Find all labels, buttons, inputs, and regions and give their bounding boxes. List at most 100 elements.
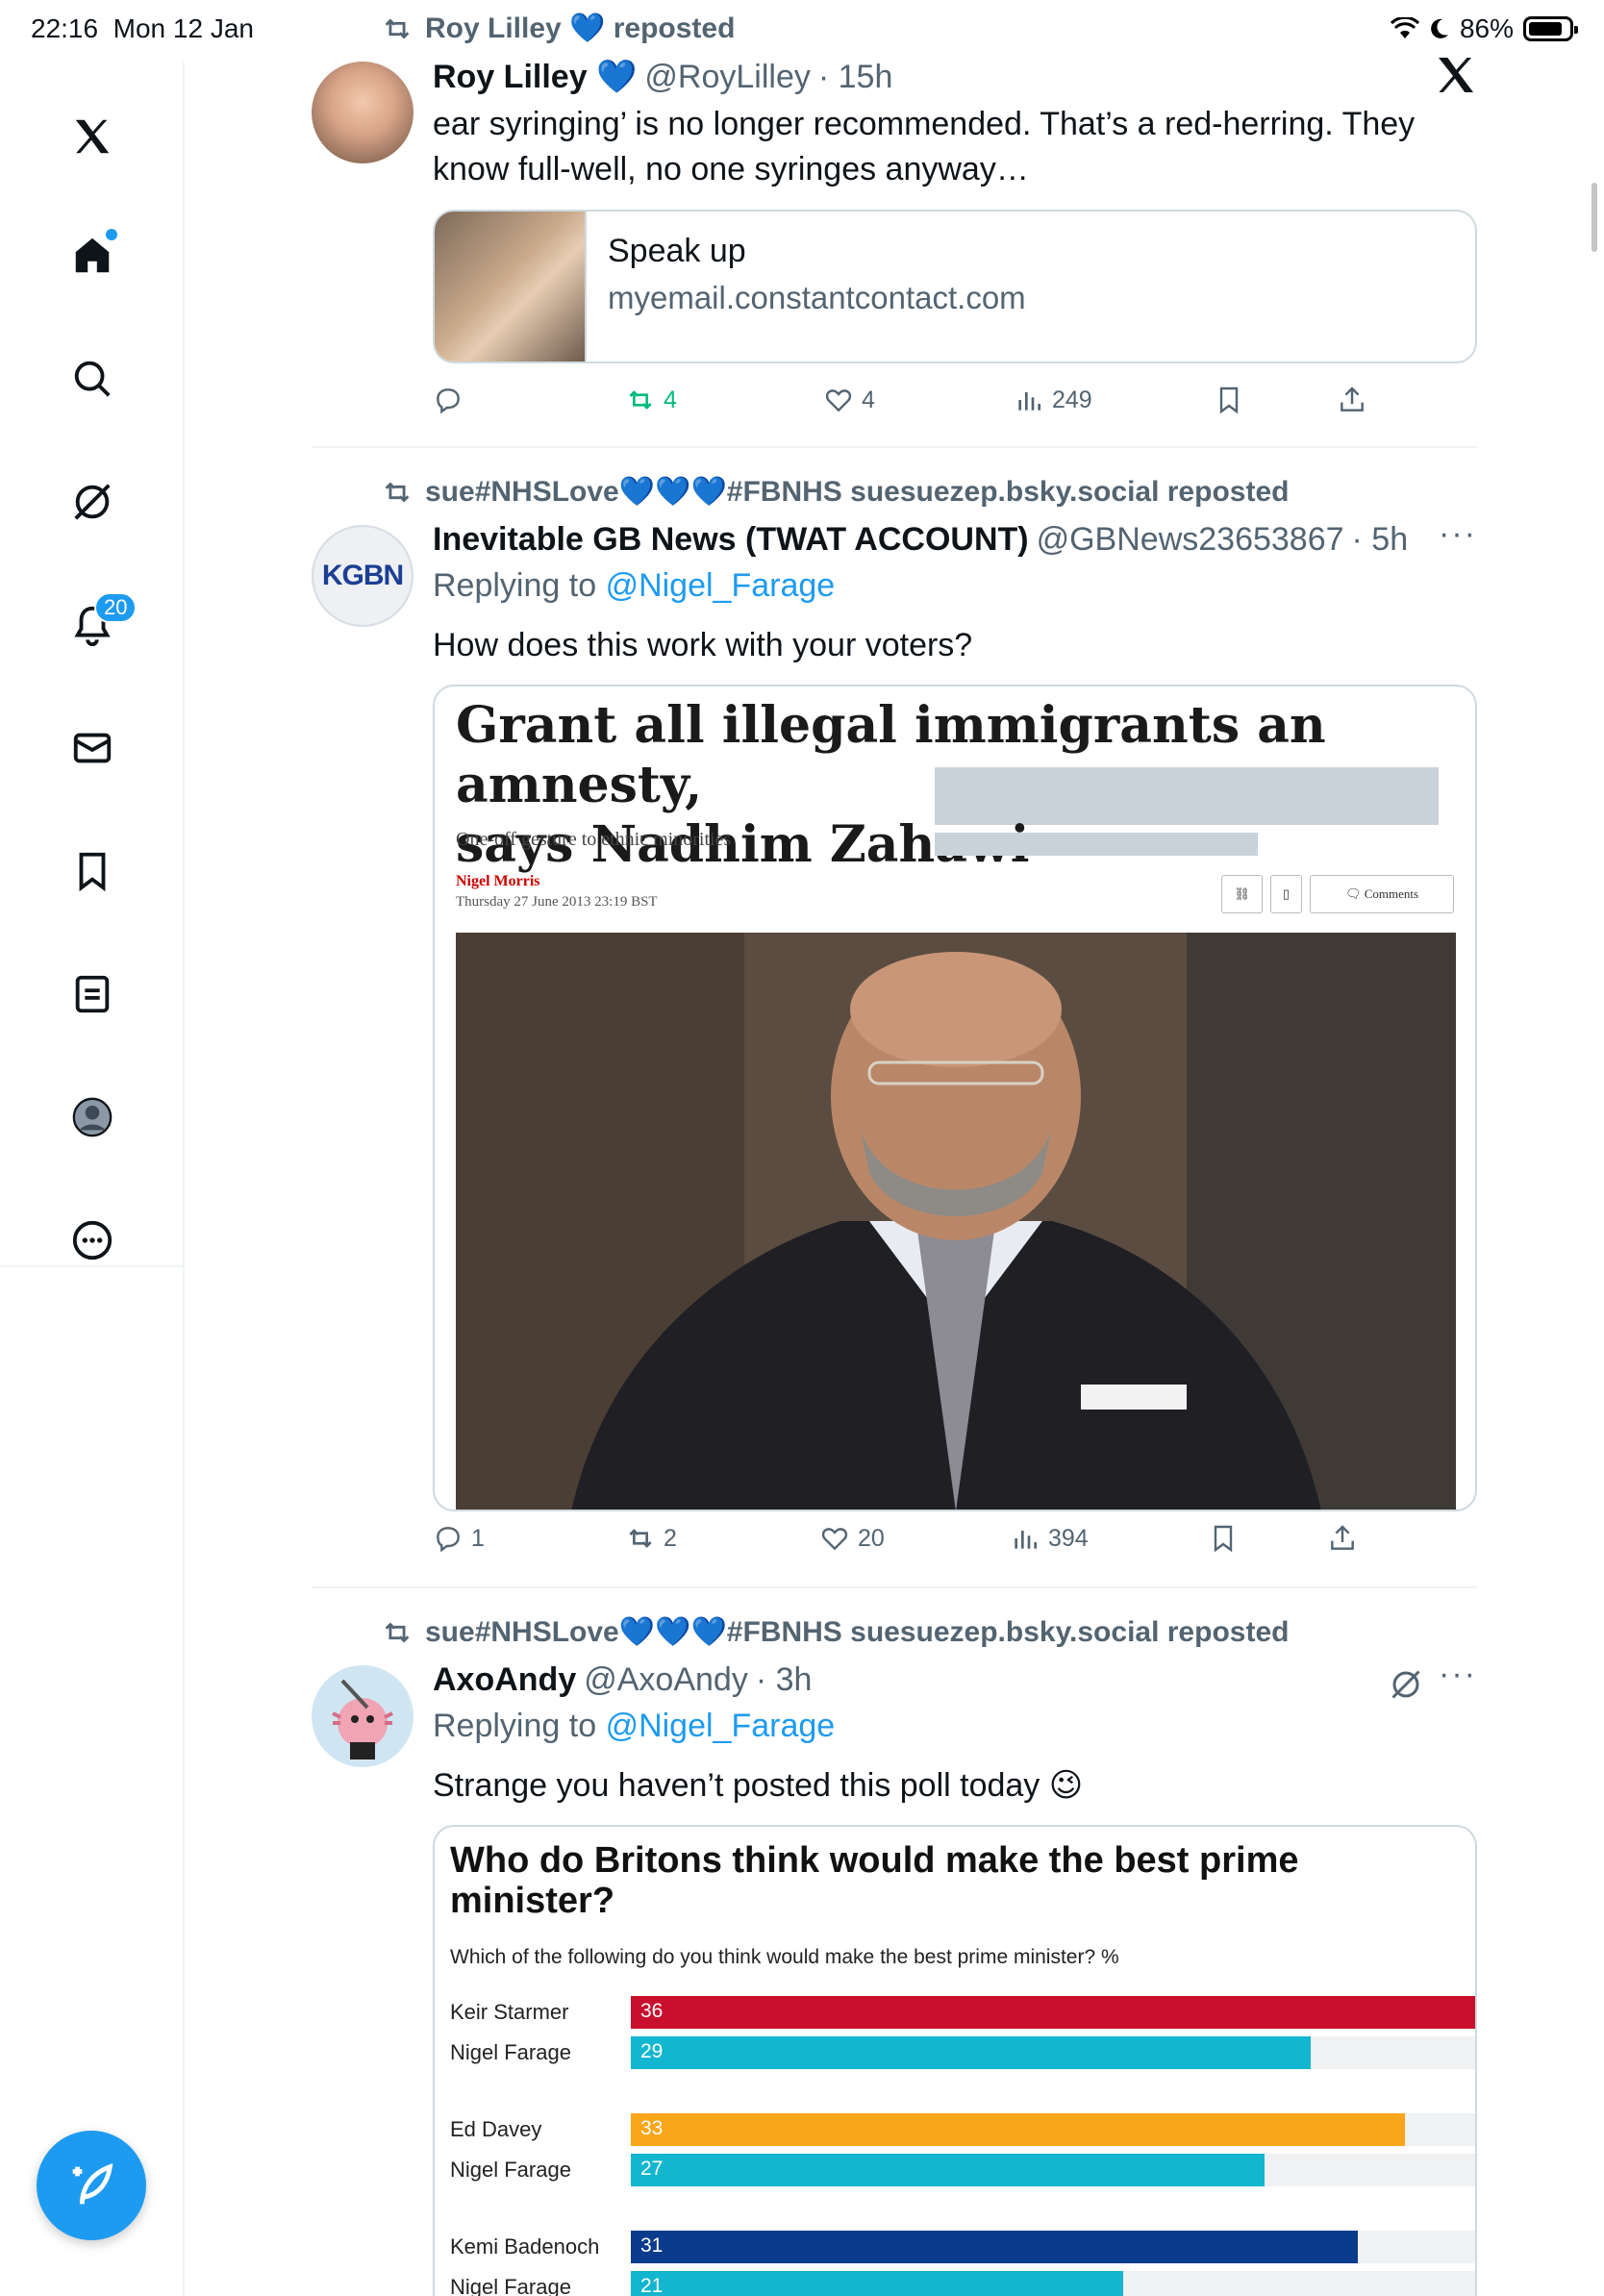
battery-icon [1523, 16, 1578, 41]
bookmark-icon: ▯ [1269, 875, 1302, 913]
bookmark-button[interactable] [1208, 1523, 1239, 1554]
sidebar: 20 [0, 62, 185, 1267]
repost-context: sue#NHSLove💙💙💙#FBNHS suesuezep.bsky.soci… [381, 1615, 1289, 1649]
chart-bar: 31 [631, 2231, 1359, 2263]
mention-link[interactable]: @Nigel_Farage [606, 1708, 836, 1744]
timestamp[interactable]: · 15h [818, 59, 893, 96]
notifications-badge: 20 [94, 592, 138, 623]
chart-bar-row: Nigel Farage 21 [450, 2271, 1475, 2296]
repost-icon [629, 390, 652, 410]
home-icon [75, 237, 110, 273]
redaction-block [935, 833, 1258, 856]
avatar-logo-text: KGBN [321, 560, 404, 591]
grok-icon [74, 484, 111, 520]
reply-button[interactable] [433, 385, 471, 415]
nav-notifications[interactable]: 20 [54, 586, 138, 663]
display-name[interactable]: Roy Lilley 💙 [433, 58, 637, 96]
views-button[interactable]: 394 [1010, 1523, 1089, 1554]
nav-profile[interactable] [54, 1079, 131, 1156]
chart-bar: 21 [631, 2271, 1124, 2296]
more-options-button[interactable]: ··· [1439, 515, 1477, 553]
repost-icon [629, 1529, 652, 1548]
repost-button[interactable]: 2 [625, 1523, 677, 1554]
timestamp[interactable]: · 5h [1352, 521, 1409, 559]
reply-icon [437, 1527, 460, 1553]
nav-explore[interactable] [54, 340, 131, 417]
views-icon [1015, 1531, 1037, 1549]
repost-icon [385, 481, 410, 503]
x-logo-icon[interactable] [54, 98, 131, 175]
chart-category-label: Ed Davey [450, 2117, 542, 2141]
reply-context: Replying to @Nigel_Farage [433, 567, 836, 604]
like-button[interactable]: 20 [819, 1523, 885, 1554]
chart-category-label: Nigel Farage [450, 2158, 571, 2182]
handle[interactable]: @RoyLilley [644, 59, 810, 96]
repost-icon [385, 1621, 410, 1643]
timestamp[interactable]: · 3h [756, 1661, 813, 1699]
compose-icon [72, 2162, 113, 2205]
tweet[interactable]: Roy Lilley 💙 reposted Roy Lilley 💙 @RoyL… [312, 0, 1477, 446]
reply-button[interactable]: 1 [433, 1523, 485, 1554]
bookmark-icon [79, 852, 106, 892]
scroll-indicator[interactable] [1591, 183, 1597, 252]
display-name[interactable]: AxoAndy [433, 1661, 576, 1699]
chart-bar: 27 [631, 2154, 1265, 2186]
media-image[interactable]: Grant all illegal immigrants an amnesty,… [433, 685, 1477, 1511]
repost-context: sue#NHSLove💙💙💙#FBNHS suesuezep.bsky.soci… [381, 475, 1289, 509]
chart-category-label: Nigel Farage [450, 2040, 571, 2064]
nav-bookmarks[interactable] [54, 833, 131, 910]
chart-data-label: 29 [640, 2040, 664, 2062]
bookmark-button[interactable] [1214, 385, 1244, 415]
mention-link[interactable]: @Nigel_Farage [606, 567, 836, 604]
handle[interactable]: @GBNews23653867 [1037, 521, 1344, 559]
repost-button[interactable]: 4 [625, 385, 677, 415]
heart-icon [825, 389, 852, 412]
avatar[interactable]: KGBN [312, 525, 414, 627]
nav-grok[interactable] [54, 463, 131, 540]
tweet[interactable]: sue#NHSLove💙💙💙#FBNHS suesuezep.bsky.soci… [312, 1588, 1477, 2296]
chart-bar: 29 [631, 2036, 1312, 2069]
chart-bar-track: 21 [631, 2271, 1475, 2296]
more-options-button[interactable]: ··· [1439, 1656, 1477, 1693]
chart-bar-row: Keir Starmer 36 [450, 1996, 1475, 2031]
link-card-thumbnail [435, 212, 587, 362]
share-button[interactable] [1337, 385, 1367, 415]
portrait-illustration [456, 933, 1456, 1510]
link-card[interactable]: Speak up myemail.constantcontact.com [433, 210, 1477, 363]
bookmark-icon [1219, 387, 1239, 414]
chart-bar-track: 36 [631, 1996, 1475, 2029]
status-time: 22:16 Mon 12 Jan [31, 13, 254, 43]
views-button[interactable]: 249 [1014, 385, 1092, 415]
list-icon [75, 975, 110, 1013]
nav-lists[interactable] [54, 956, 131, 1033]
nav-messages[interactable] [54, 710, 131, 786]
tweet[interactable]: sue#NHSLove💙💙💙#FBNHS suesuezep.bsky.soci… [312, 448, 1477, 1586]
link-card-title: Speak up [608, 233, 746, 269]
chart-bar-track: 31 [631, 2231, 1475, 2263]
chart-bar-row: Nigel Farage 27 [450, 2154, 1475, 2188]
share-icon [1341, 387, 1364, 412]
link-card-domain: myemail.constantcontact.com [608, 280, 1026, 315]
chart-bar-row: Ed Davey 33 [450, 2113, 1475, 2148]
chart-bar-track: 33 [631, 2113, 1475, 2146]
article-author: Nigel Morris [456, 873, 540, 889]
avatar-icon [72, 1097, 113, 1137]
compose-button[interactable] [37, 2131, 146, 2240]
link-icon: ⛓ [1221, 875, 1263, 913]
axolotl-avatar-icon [332, 1679, 393, 1759]
grok-icon[interactable] [1389, 1667, 1423, 1702]
media-image[interactable]: Who do Britons think would make the best… [433, 1825, 1477, 2296]
tweet-text: Strange you haven’t posted this poll tod… [433, 1767, 1084, 1804]
repost-icon [385, 17, 410, 39]
nav-home[interactable] [54, 217, 131, 294]
avatar[interactable] [312, 1665, 414, 1767]
repost-context: Roy Lilley 💙 reposted [381, 12, 735, 45]
chart-bar: 36 [631, 1996, 1475, 2029]
handle[interactable]: @AxoAndy [584, 1661, 748, 1699]
like-button[interactable]: 4 [823, 385, 875, 415]
chart-bar-track: 29 [631, 2036, 1475, 2069]
bookmark-icon [1214, 1525, 1233, 1553]
display-name[interactable]: Inevitable GB News (TWAT ACCOUNT) [433, 521, 1029, 559]
share-button[interactable] [1327, 1523, 1358, 1554]
avatar[interactable] [312, 62, 414, 163]
